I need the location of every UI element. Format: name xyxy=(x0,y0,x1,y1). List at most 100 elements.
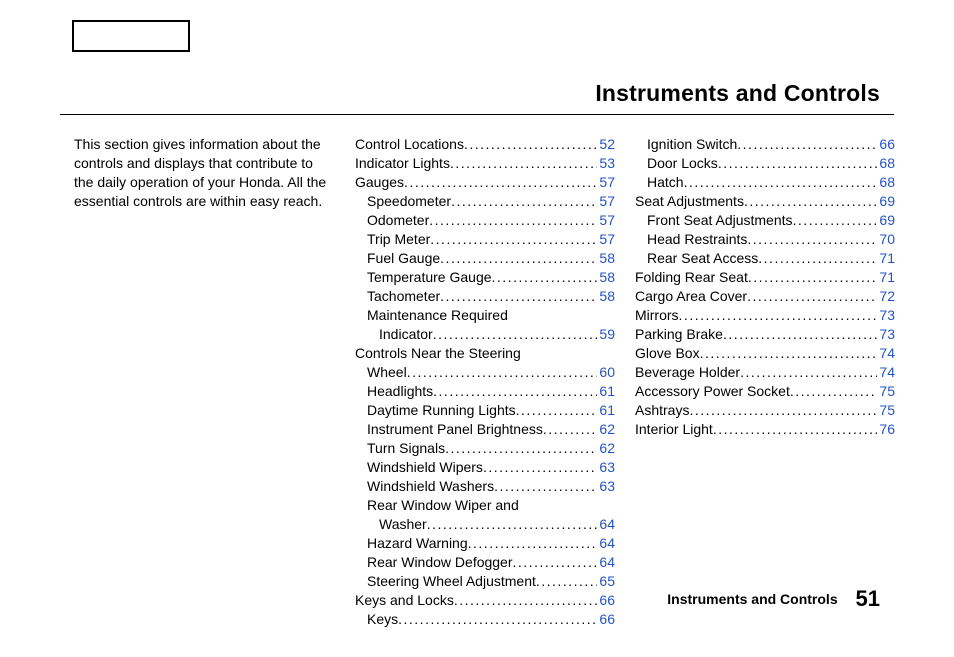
toc-leader-dots xyxy=(700,344,878,363)
toc-page-link[interactable]: 63 xyxy=(597,458,615,477)
toc-page-link[interactable]: 64 xyxy=(597,515,615,534)
toc-page-link[interactable]: 66 xyxy=(877,135,895,154)
toc-entry: Headlights61 xyxy=(355,382,615,401)
toc-page-link[interactable]: 64 xyxy=(597,534,615,553)
toc-label: Seat Adjustments xyxy=(635,192,744,211)
toc-leader-dots xyxy=(689,401,877,420)
toc-page-link[interactable]: 53 xyxy=(597,154,615,173)
toc-page-link[interactable]: 64 xyxy=(597,553,615,572)
toc-entry: Folding Rear Seat 71 xyxy=(635,268,895,287)
toc-page-link[interactable]: 70 xyxy=(877,230,895,249)
toc-label: Rear Window Defogger xyxy=(367,553,513,572)
toc-page-link[interactable]: 58 xyxy=(597,268,615,287)
toc-label: Maintenance Required xyxy=(367,306,508,325)
toc-entry: Rear Window Defogger 64 xyxy=(355,553,615,572)
toc-page-link[interactable]: 57 xyxy=(597,173,615,192)
toc-page-link[interactable]: 69 xyxy=(877,192,895,211)
toc-page-link[interactable]: 73 xyxy=(877,325,895,344)
toc-leader-dots xyxy=(468,534,598,553)
toc-leader-dots xyxy=(747,287,877,306)
toc-page-link[interactable]: 71 xyxy=(877,268,895,287)
toc-leader-dots xyxy=(737,135,877,154)
page: Instruments and Controls This section gi… xyxy=(0,0,954,657)
toc-page-link[interactable]: 68 xyxy=(877,154,895,173)
toc-entry: Cargo Area Cover 72 xyxy=(635,287,895,306)
toc-page-link[interactable]: 62 xyxy=(597,420,615,439)
toc-page-link[interactable]: 61 xyxy=(597,382,615,401)
toc-page-link[interactable]: 66 xyxy=(597,591,615,610)
toc-entry: Temperature Gauge58 xyxy=(355,268,615,287)
toc-entry: Seat Adjustments 69 xyxy=(635,192,895,211)
toc-page-link[interactable]: 63 xyxy=(597,477,615,496)
toc-entry: Controls Near the Steering xyxy=(355,344,615,363)
toc-page-link[interactable]: 52 xyxy=(597,135,615,154)
toc-label: Door Locks xyxy=(647,154,718,173)
toc-label: Daytime Running Lights xyxy=(367,401,516,420)
toc-label: Hatch xyxy=(647,173,684,192)
footer-section: Instruments and Controls xyxy=(667,591,837,607)
toc-page-link[interactable]: 61 xyxy=(597,401,615,420)
toc-label: Windshield Wipers xyxy=(367,458,483,477)
toc-page-link[interactable]: 75 xyxy=(877,382,895,401)
toc-page-link[interactable]: 73 xyxy=(877,306,895,325)
toc-page-link[interactable]: 74 xyxy=(877,363,895,382)
toc-label: Control Locations xyxy=(355,135,464,154)
toc-leader-dots xyxy=(427,515,598,534)
toc-page-link[interactable]: 72 xyxy=(877,287,895,306)
toc-leader-dots xyxy=(440,249,597,268)
toc-page-link[interactable]: 57 xyxy=(597,192,615,211)
toc-entry: Mirrors73 xyxy=(635,306,895,325)
toc-label: Keys xyxy=(367,610,398,629)
toc-page-link[interactable]: 71 xyxy=(877,249,895,268)
toc-label: Beverage Holder xyxy=(635,363,740,382)
toc-page-link[interactable]: 58 xyxy=(597,287,615,306)
intro-paragraph: This section gives information about the… xyxy=(74,135,329,211)
toc-page-link[interactable]: 74 xyxy=(877,344,895,363)
toc-entry: Trip Meter 57 xyxy=(355,230,615,249)
toc-label: Tachometer xyxy=(367,287,440,306)
toc-label: Accessory Power Socket xyxy=(635,382,790,401)
toc-entry: Glove Box74 xyxy=(635,344,895,363)
toc-label: Cargo Area Cover xyxy=(635,287,747,306)
toc-label: Steering Wheel Adjustment xyxy=(367,572,536,591)
toc-leader-dots xyxy=(464,135,597,154)
toc-label: Trip Meter xyxy=(367,230,430,249)
page-title: Instruments and Controls xyxy=(595,80,880,107)
toc-page-link[interactable]: 59 xyxy=(597,325,615,344)
toc-entry: Turn Signals62 xyxy=(355,439,615,458)
toc-page-link[interactable]: 58 xyxy=(597,249,615,268)
toc-entry: Ashtrays 75 xyxy=(635,401,895,420)
toc-label: Indicator Lights xyxy=(355,154,450,173)
toc-label: Parking Brake xyxy=(635,325,723,344)
toc-leader-dots xyxy=(744,192,877,211)
toc-entry: Fuel Gauge 58 xyxy=(355,249,615,268)
toc-entry: Daytime Running Lights 61 xyxy=(355,401,615,420)
toc-leader-dots xyxy=(718,154,878,173)
toc-page-link[interactable]: 66 xyxy=(597,610,615,629)
toc-page-link[interactable]: 76 xyxy=(877,420,895,439)
toc-entry: Hazard Warning64 xyxy=(355,534,615,553)
toc-leader-dots xyxy=(513,553,598,572)
toc-leader-dots xyxy=(407,363,598,382)
toc-page-link[interactable]: 65 xyxy=(597,572,615,591)
toc-page-link[interactable]: 75 xyxy=(877,401,895,420)
toc-page-link[interactable]: 60 xyxy=(597,363,615,382)
toc-label: Washer xyxy=(379,515,427,534)
content-id-box xyxy=(72,20,190,52)
toc-label: Wheel xyxy=(367,363,407,382)
toc-entry: Odometer57 xyxy=(355,211,615,230)
toc-page-link[interactable]: 57 xyxy=(597,230,615,249)
toc-page-link[interactable]: 69 xyxy=(877,211,895,230)
toc-page-link[interactable]: 57 xyxy=(597,211,615,230)
toc-page-link[interactable]: 62 xyxy=(597,439,615,458)
toc-column-2: Ignition Switch66Door Locks68Hatch68Seat… xyxy=(635,135,895,439)
toc-label: Folding Rear Seat xyxy=(635,268,748,287)
toc-leader-dots xyxy=(433,382,597,401)
toc-leader-dots xyxy=(494,477,597,496)
toc-leader-dots xyxy=(454,591,598,610)
toc-page-link[interactable]: 68 xyxy=(877,173,895,192)
toc-label: Fuel Gauge xyxy=(367,249,440,268)
toc-label: Ashtrays xyxy=(635,401,689,420)
toc-entry: Keys and Locks66 xyxy=(355,591,615,610)
toc-entry: Indicator59 xyxy=(355,325,615,344)
